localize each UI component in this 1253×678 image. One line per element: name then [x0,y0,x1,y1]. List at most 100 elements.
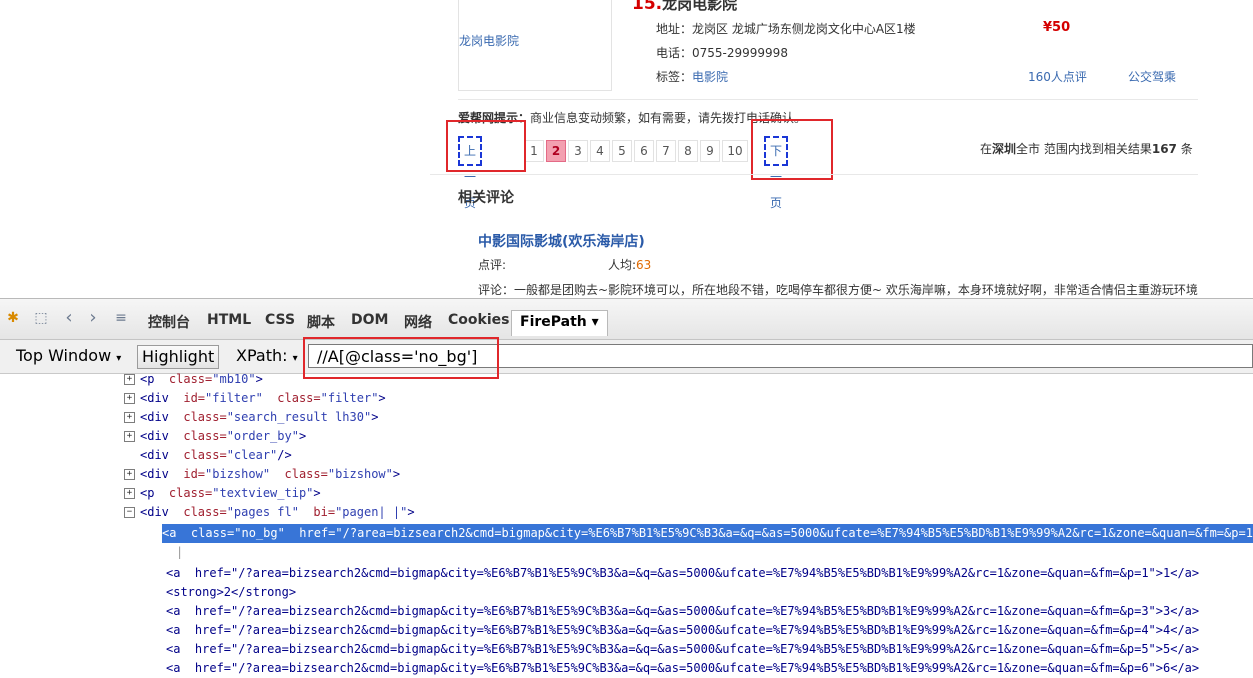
listing-tags: 标签：电影院 [656,68,728,85]
html-tree-line[interactable]: <a href="/?area=bizsearch2&cmd=bigmap&ci… [166,564,1199,583]
firepath-bar: Top Window ▾ Highlight XPath: ▾ //A[@cla… [0,340,1253,374]
tab-firepath[interactable]: FirePath ▾ [511,310,608,336]
attr-name: bi= [298,505,336,519]
tag-link[interactable]: 电影院 [692,70,728,84]
attr-value: "clear" [226,448,278,462]
attr-value: "pages fl" [226,505,299,519]
top-window-label: Top Window [16,346,112,365]
found-suffix: 条 [1176,142,1193,156]
transit-link[interactable]: 公交驾乘 [1128,68,1176,85]
tab-cookies[interactable]: Cookies [448,312,509,328]
page-7[interactable]: 7 [656,140,676,162]
html-tree-line[interactable]: <div class="order_by"> [140,427,306,446]
attr-name: class= [154,372,213,386]
found-city: 深圳 [992,142,1017,156]
tab-css[interactable]: CSS [265,312,295,328]
expand-icon[interactable]: + [124,374,135,385]
attr-value: "mb10" [212,372,256,386]
tag-end: > [298,429,307,443]
attr-value: "bizshow" [205,467,271,481]
attr-value: "filter" [320,391,379,405]
attr-value: "textview_tip" [212,486,314,500]
avg-price: 人均:63 [608,256,651,273]
page-4[interactable]: 4 [590,140,610,162]
page-10[interactable]: 10 [722,140,748,162]
tab-network[interactable]: 网络 [404,312,432,332]
listing-name[interactable]: 龙岗电影院 [662,0,737,13]
html-tree-line[interactable]: <div class="pages fl" bi="pagen| |"> [140,503,415,522]
tab-html[interactable]: HTML [207,312,251,328]
expand-icon[interactable]: + [124,431,135,442]
tag-name: <div [140,410,169,424]
tab-script[interactable]: 脚本 [307,312,335,332]
inspect-icon[interactable]: ⬚ [32,309,50,327]
page-8[interactable]: 8 [678,140,698,162]
attr-value: "bizshow" [327,467,393,481]
avg-label: 人均: [608,258,637,272]
found-mid: 全市 范围内找到相关结果 [1016,142,1152,156]
thumbnail-label[interactable]: 龙岗电影院 [459,32,519,49]
top-window-dropdown[interactable]: Top Window ▾ [16,345,121,367]
listing-thumbnail[interactable]: 龙岗电影院 [458,0,612,91]
page-3[interactable]: 3 [568,140,588,162]
html-tree-line[interactable]: <a href="/?area=bizsearch2&cmd=bigmap&ci… [166,621,1199,640]
html-tree-line[interactable]: <p class="mb10"> [140,370,263,389]
html-tree-line[interactable]: <strong>2</strong> [166,583,296,602]
html-tree-line[interactable]: <div class="search_result lh30"> [140,408,378,427]
attr-name: class= [154,486,213,500]
annotation-box-prev [446,120,526,172]
found-count: 167 [1151,142,1177,156]
html-tree-line[interactable]: <div id="bizshow" class="bizshow"> [140,465,400,484]
page-5[interactable]: 5 [612,140,632,162]
tag-name: <p [140,372,155,386]
page-6[interactable]: 6 [634,140,654,162]
tab-dom[interactable]: DOM [351,312,388,328]
firebug-panel: ✱ ⬚ ‹ › ≡ 控制台 HTML CSS 脚本 DOM 网络 Cookies… [0,298,1253,675]
firebug-bug-icon[interactable]: ✱ [4,309,22,327]
attr-value: "pagen| |" [335,505,408,519]
tag-end: > [255,372,263,386]
forward-icon[interactable]: › [84,309,102,327]
html-tree-line[interactable]: <a href="/?area=bizsearch2&cmd=bigmap&ci… [166,659,1199,678]
expand-icon[interactable]: + [124,412,135,423]
highlight-button[interactable]: Highlight [137,345,220,369]
attr-name: class= [168,505,227,519]
xpath-label: XPath: [236,346,288,365]
listing-title[interactable]: 15.龙岗电影院 [632,0,737,14]
html-tree-line[interactable]: <div id="filter" class="filter"> [140,389,386,408]
review-comment: 评论：一般都是团购去~影院环境可以，所在地段不错，吃喝停车都很方便~ 欢乐海岸嘛… [478,283,1198,297]
reviews-link[interactable]: 160人点评 [1028,68,1087,85]
divider [458,99,1198,100]
page-9[interactable]: 9 [700,140,720,162]
html-tree: + <p class="mb10"> + <div id="filter" class… [0,372,1253,675]
tag-name: <div [140,429,169,443]
attr-value: "order_by" [226,429,299,443]
tag-end: > [407,505,415,519]
back-icon[interactable]: ‹ [60,309,78,327]
listing-address: 地址：龙岗区 龙城广场东侧龙岗文化中心A区1楼 [656,22,916,36]
xpath-dropdown[interactable]: XPath: ▾ [236,345,298,367]
expand-icon[interactable]: + [124,488,135,499]
attr-name: id= [168,467,206,481]
related-heading: 相关评论 [458,190,514,206]
html-tree-line[interactable]: <a href="/?area=bizsearch2&cmd=bigmap&ci… [166,602,1199,621]
html-tree-line[interactable]: <div class="clear"/> [140,446,292,465]
result-count: 在深圳全市 范围内找到相关结果167 条 [980,140,1193,157]
html-tree-line[interactable]: <p class="textview_tip"> [140,484,321,503]
firebug-toolbar: ✱ ⬚ ‹ › ≡ 控制台 HTML CSS 脚本 DOM 网络 Cookies… [0,299,1253,340]
tag-name: <p [140,486,155,500]
collapse-icon[interactable]: − [124,507,135,518]
attr-name: class= [168,429,227,443]
html-tree-line[interactable]: <a href="/?area=bizsearch2&cmd=bigmap&ci… [166,640,1199,659]
page-1[interactable]: 1 [524,140,544,162]
tag-name: <div [140,448,169,462]
review-title-link[interactable]: 中影国际影城(欢乐海岸店) [478,231,645,251]
expand-icon[interactable]: + [124,469,135,480]
html-tree-line-selected[interactable]: <a class="no_bg" href="/?area=bizsearch2… [162,524,1253,543]
attr-name: class= [262,391,321,405]
expand-icon[interactable]: + [124,393,135,404]
tag-end: > [392,467,401,481]
dropdown-arrow-icon: ▾ [292,353,298,364]
tab-console[interactable]: 控制台 [148,312,190,332]
command-line-icon[interactable]: ≡ [112,309,130,327]
